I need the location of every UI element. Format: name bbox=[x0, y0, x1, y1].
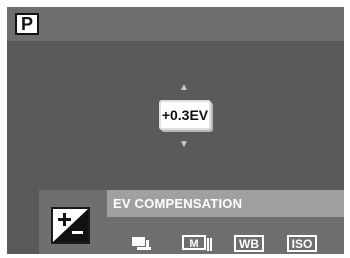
white-balance-icon[interactable]: WB bbox=[234, 235, 264, 252]
iso-icon[interactable]: ISO bbox=[287, 235, 317, 252]
camera-screen: P ▲ +0.3EV ▼ EV COMPENSATION M WB ISO bbox=[7, 7, 344, 254]
ev-compensation-icon[interactable] bbox=[51, 207, 90, 244]
menu-title-bar: EV COMPENSATION bbox=[107, 190, 344, 217]
m-photometry-label: M bbox=[189, 238, 198, 250]
m-photometry-icon[interactable]: M bbox=[182, 235, 214, 252]
ev-value-display[interactable]: +0.3EV bbox=[159, 100, 211, 130]
menu-panel: EV COMPENSATION M WB ISO bbox=[39, 190, 344, 254]
top-status-strip: P bbox=[7, 7, 344, 41]
decrease-arrow-icon[interactable]: ▼ bbox=[179, 140, 189, 150]
menu-title: EV COMPENSATION bbox=[113, 196, 243, 211]
shooting-mode-badge[interactable]: P bbox=[15, 13, 39, 35]
white-balance-label: WB bbox=[239, 237, 259, 251]
increase-arrow-icon[interactable]: ▲ bbox=[179, 83, 189, 93]
iso-label: ISO bbox=[292, 237, 313, 251]
continuous-shooting-icon[interactable] bbox=[131, 235, 153, 252]
